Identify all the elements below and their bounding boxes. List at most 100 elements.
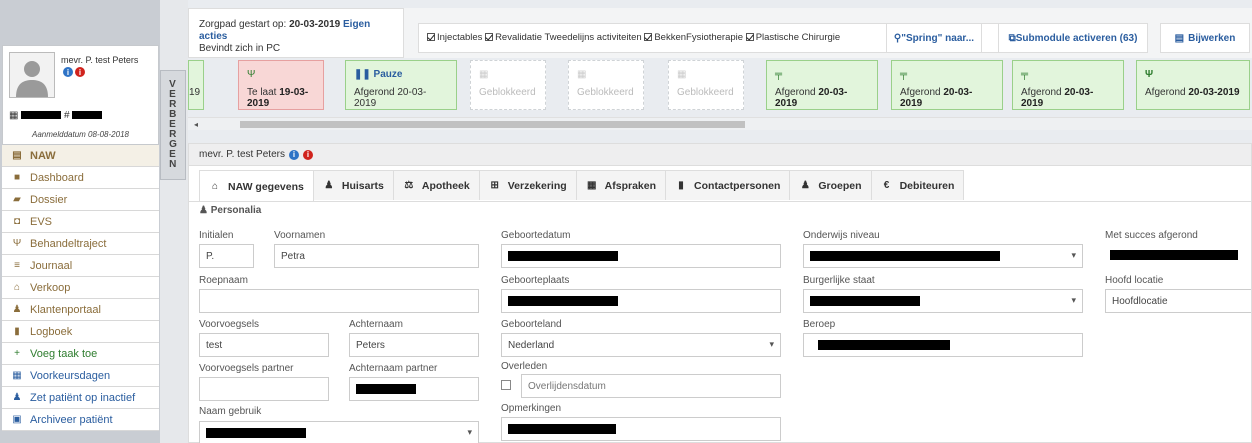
alert-info-icon[interactable]: i: [75, 67, 85, 77]
tab-verzekering[interactable]: ⊞ Verzekering: [478, 170, 577, 200]
tab-huisarts[interactable]: ♟ Huisarts: [312, 170, 394, 200]
checkbox-bekken[interactable]: [644, 33, 653, 41]
sidebar-toggle-button[interactable]: VERBERGEN: [160, 70, 186, 180]
checkbox-plastische[interactable]: [745, 33, 754, 41]
check-label: Plastische Chirurgie: [755, 32, 841, 43]
sidebar-item-label: Dashboard: [30, 171, 84, 184]
user-md-icon: ♟: [324, 180, 334, 191]
alert-info-icon[interactable]: i: [302, 149, 313, 160]
calendar-icon: ▦: [479, 69, 489, 80]
timeline-step[interactable]: ▦ Geblokkeerd: [668, 60, 744, 110]
sidebar-item-label: NAW: [30, 149, 56, 162]
timeline-step[interactable]: ╤ Afgerond 20-03-2019: [766, 60, 878, 110]
timeline-step[interactable]: ╤ Afgerond 20-03-2019: [1012, 60, 1124, 110]
redacted-value: [508, 424, 616, 434]
label-voorvoegsels: Voorvoegsels: [199, 319, 260, 330]
initialen-field[interactable]: P.: [199, 244, 254, 268]
checkbox-injectables[interactable]: [427, 33, 435, 41]
sidebar-item-behandeltraject[interactable]: Ψ Behandeltraject: [2, 233, 159, 255]
info-icon[interactable]: i: [288, 149, 299, 160]
toggle-letter: N: [169, 159, 177, 170]
sidebar-item-dashboard[interactable]: ■ Dashboard: [2, 167, 159, 189]
book-icon: ▮: [14, 326, 20, 337]
panel-title: mevr. P. test Peters: [199, 149, 285, 160]
label-overleden: Overleden: [501, 361, 548, 372]
label-naam-gebruik: Naam gebruik: [199, 406, 262, 417]
tab-debiteuren[interactable]: € Debiteuren: [870, 170, 965, 200]
burgerlijke-staat-select[interactable]: [803, 289, 1083, 313]
signpost-icon: ╤: [1021, 69, 1029, 80]
label-geboortedatum: Geboortedatum: [501, 230, 571, 241]
timeline-step[interactable]: ▦ Geblokkeerd: [470, 60, 546, 110]
timeline-step[interactable]: Ψ Afgerond 20-03-2019: [1136, 60, 1250, 110]
plus-square-icon: ⊞: [490, 180, 499, 191]
roepnaam-field[interactable]: [199, 289, 479, 313]
timeline-step[interactable]: ❚❚ Pauze Afgerond 20-03-2019: [345, 60, 457, 110]
naam-gebruik-select[interactable]: [199, 421, 479, 443]
redacted-value: [508, 251, 618, 261]
sidebar-item-verkoop[interactable]: ⌂ Verkoop: [2, 277, 159, 299]
beroep-field[interactable]: [803, 333, 1083, 357]
label-onderwijs: Onderwijs niveau: [803, 230, 880, 241]
stethoscope-icon: Ψ: [247, 69, 256, 80]
scroll-left-icon[interactable]: ◂: [194, 118, 198, 131]
stethoscope-icon: Ψ: [12, 238, 22, 249]
tab-groepen[interactable]: ♟ Groepen: [789, 170, 872, 200]
onderwijs-select[interactable]: [803, 244, 1083, 268]
opmerkingen-field[interactable]: [501, 417, 781, 441]
label-beroep: Beroep: [803, 319, 836, 330]
tab-label: Afspraken: [604, 179, 657, 192]
label-burgerlijke-staat: Burgerlijke staat: [803, 275, 875, 286]
voornamen-field[interactable]: Petra: [274, 244, 479, 268]
label-achternaam-partner: Achternaam partner: [349, 363, 438, 374]
geboorteplaats-field[interactable]: [501, 289, 781, 313]
tab-contactpersonen[interactable]: ▮ Contactpersonen: [665, 170, 791, 200]
checkbox-revalidatie[interactable]: [485, 33, 494, 41]
info-icon[interactable]: i: [63, 67, 73, 77]
sidebar-item-logboek[interactable]: ▮ Logboek: [2, 321, 159, 343]
submodule-button[interactable]: ⧉ Submodule activeren (63): [998, 23, 1148, 53]
home-icon: ⌂: [211, 181, 219, 192]
step-text: Geblokkeerd: [677, 87, 734, 98]
sidebar-item-evs[interactable]: ◘ EVS: [2, 211, 159, 233]
achternaam-partner-field[interactable]: [349, 377, 479, 401]
overleden-checkbox[interactable]: [501, 380, 511, 390]
voorvoegsels-partner-field[interactable]: [199, 377, 329, 401]
sidebar-item-archiveer[interactable]: ▣ Archiveer patiënt: [2, 409, 159, 431]
step-text: Afgerond: [775, 87, 816, 98]
timeline-step[interactable]: ╤ Afgerond 20-03-2019: [891, 60, 1003, 110]
sidebar-menu: ▤ NAW ■ Dashboard ▰ Dossier ◘ EVS Ψ Behandelt…: [2, 145, 159, 431]
sidebar-item-voorkeursdagen[interactable]: ▦ Voorkeursdagen: [2, 365, 159, 387]
hoofd-locatie-select[interactable]: Hoofdlocatie: [1105, 289, 1251, 313]
scrollbar-thumb[interactable]: [240, 121, 745, 128]
sidebar-item-label: Logboek: [30, 325, 73, 338]
geboorteland-select[interactable]: Nederland: [501, 333, 781, 357]
sidebar-item-klantenportaal[interactable]: ♟ Klantenportaal: [2, 299, 159, 321]
timeline-scrollbar[interactable]: ◂: [188, 117, 1252, 130]
timeline-step[interactable]: ▦ Geblokkeerd: [568, 60, 644, 110]
tab-apotheek[interactable]: ⚖ Apotheek: [392, 170, 480, 200]
spring-naar-button[interactable]: ⚲ "Spring" naar...: [886, 23, 982, 53]
timeline-step[interactable]: Ψ Te laat 19-03-2019: [238, 60, 324, 110]
stethoscope-icon: Ψ: [1145, 69, 1154, 80]
tab-naw-gegevens[interactable]: ⌂ NAW gegevens: [199, 170, 314, 202]
overlijdensdatum-field[interactable]: Overlijdensdatum: [521, 374, 781, 398]
sidebar-item-journaal[interactable]: ≡ Journaal: [2, 255, 159, 277]
timeline-step[interactable]: 19: [188, 60, 204, 110]
patient-name: mevr. P. test Peters: [61, 55, 139, 65]
tab-afspraken[interactable]: ▦ Afspraken: [575, 170, 667, 200]
bijwerken-button[interactable]: ▤ Bijwerken: [1160, 23, 1250, 53]
redacted-value: [508, 296, 618, 306]
sidebar-item-dossier[interactable]: ▰ Dossier: [2, 189, 159, 211]
geboortedatum-field[interactable]: [501, 244, 781, 268]
sidebar-item-inactief[interactable]: ♟ Zet patiënt op inactief: [2, 387, 159, 409]
sidebar-item-voeg-taak-toe[interactable]: + Voeg taak toe: [2, 343, 159, 365]
redacted-id: [72, 111, 103, 120]
list-icon: ≡: [14, 260, 20, 271]
tab-label: NAW gegevens: [228, 180, 304, 193]
field-value: test: [206, 340, 223, 351]
voorvoegsels-field[interactable]: test: [199, 333, 329, 357]
check-label: BekkenFysiotherapie: [654, 32, 744, 43]
sidebar-item-naw[interactable]: ▤ NAW: [2, 145, 159, 167]
achternaam-field[interactable]: Peters: [349, 333, 479, 357]
